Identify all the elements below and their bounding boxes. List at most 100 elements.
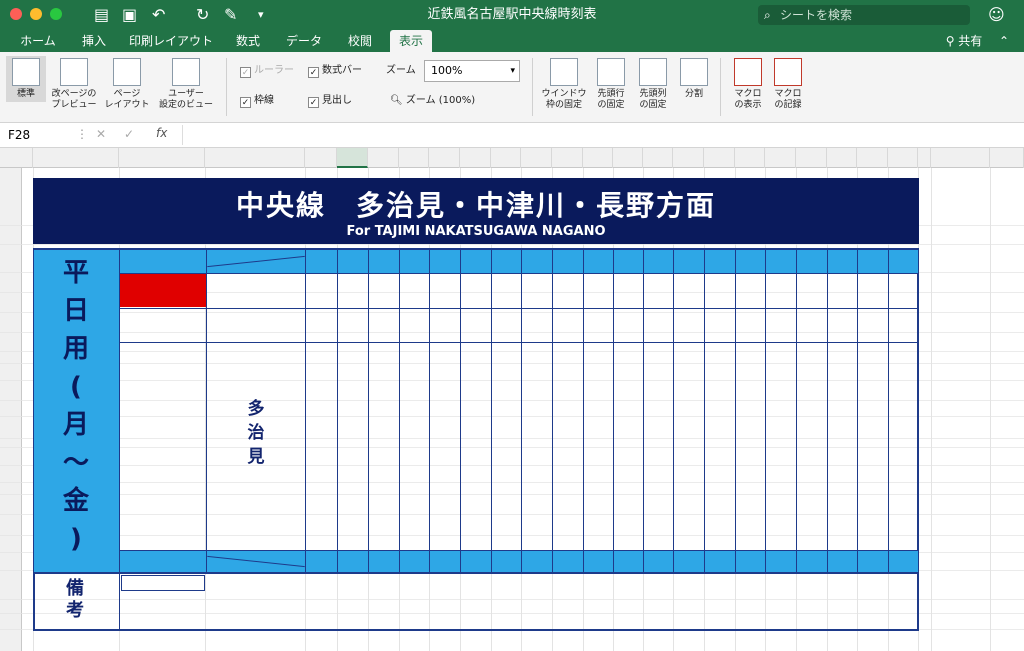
view-normal-label: 標準 xyxy=(16,89,35,99)
column-header-v[interactable] xyxy=(827,148,857,168)
ribbon-tabs: ホーム 挿入 印刷レイアウト 数式 データ 校閲 表示 ⚲ 共有 ⌃ xyxy=(0,30,1024,52)
ruler-label: ルーラー xyxy=(254,65,294,76)
zoom-100-button[interactable]: 🔍︎ ズーム (100%) xyxy=(390,94,475,108)
zoom-100-label: ズーム (100%) xyxy=(405,95,476,106)
freeze-panes-icon xyxy=(550,58,578,86)
column-header-u[interactable] xyxy=(796,148,827,168)
sort-row xyxy=(119,550,918,572)
view-normal-button[interactable]: 標準 xyxy=(6,56,46,102)
view-macros-button[interactable]: マクロ の表示 xyxy=(730,58,766,111)
gridline xyxy=(931,168,932,651)
account-icon[interactable]: ☺ xyxy=(988,5,1005,25)
share-button[interactable]: ⚲ 共有 xyxy=(936,30,992,52)
tab-formulas[interactable]: 数式 xyxy=(228,30,268,52)
freeze-top-row-button[interactable]: 先頭行 の固定 xyxy=(592,58,630,111)
grid-vline xyxy=(765,250,766,572)
macro-icon xyxy=(734,58,762,86)
formula-bar-label: 数式バー xyxy=(322,65,362,76)
column-header-n[interactable] xyxy=(583,148,613,168)
column-header-b[interactable] xyxy=(33,148,119,168)
timetable-header: 中央線 多治見・中津川・長野方面 For TAJIMI NAKATSUGAWA … xyxy=(33,178,919,244)
column-header-m[interactable] xyxy=(552,148,583,168)
remarks-title-char: 考 xyxy=(66,600,84,621)
enter-icon[interactable]: ✓ xyxy=(124,127,134,141)
view-page-layout-button[interactable]: ページ レイアウト xyxy=(104,58,150,111)
tajimi-char: 治 xyxy=(247,423,265,443)
column-header-h[interactable] xyxy=(399,148,429,168)
column-header-s[interactable] xyxy=(735,148,765,168)
column-header-q[interactable] xyxy=(673,148,704,168)
grid-vline xyxy=(337,250,338,572)
ltd-cell xyxy=(120,274,206,307)
freeze-top-row-label: 先頭行 の固定 xyxy=(597,89,625,110)
column-header-r[interactable] xyxy=(704,148,735,168)
tab-data[interactable]: データ xyxy=(280,30,328,52)
column-header-p[interactable] xyxy=(643,148,673,168)
formula-input[interactable] xyxy=(182,125,1018,145)
title-bar: ▤ ▣ ↶ ↻ ✎ ▾ 近鉄風名古屋駅中央線時刻表 ⌕ シートを検索 ☺ xyxy=(0,0,1024,30)
record-macro-button[interactable]: マクロ の記録 xyxy=(770,58,806,111)
search-icon: ⌕ xyxy=(764,8,771,22)
tab-page-layout[interactable]: 印刷レイアウト xyxy=(126,30,216,52)
grid-vline xyxy=(460,250,461,572)
timetable-title: 中央線 多治見・中津川・長野方面 xyxy=(235,189,716,222)
grid-vline xyxy=(827,250,828,572)
view-macros-label: マクロ の表示 xyxy=(734,89,762,110)
tab-home[interactable]: ホーム xyxy=(14,30,62,52)
tab-view[interactable]: 表示 xyxy=(390,30,432,52)
collapse-ribbon-icon[interactable]: ⌃ xyxy=(994,30,1014,52)
sheet-search-input[interactable]: ⌕ シートを検索 xyxy=(758,5,970,25)
grid-vline xyxy=(857,250,858,572)
ruler-checkbox[interactable]: ✓ ルーラー xyxy=(240,64,294,78)
tab-insert[interactable]: 挿入 xyxy=(74,30,114,52)
freeze-first-column-button[interactable]: 先頭列 の固定 xyxy=(634,58,672,111)
grid-vline xyxy=(399,250,400,572)
column-header-x[interactable] xyxy=(888,148,918,168)
column-header-e[interactable] xyxy=(305,148,337,168)
gridlines-checkbox[interactable]: ✓ 枠線 xyxy=(240,94,274,108)
grid-vline xyxy=(521,250,522,572)
pagebreak-view-icon xyxy=(60,58,88,86)
formula-bar-checkbox[interactable]: ✓ 数式バー xyxy=(308,64,362,78)
column-header-k[interactable] xyxy=(491,148,521,168)
column-header-y[interactable] xyxy=(918,148,931,168)
row-headers xyxy=(0,168,22,651)
custom-views-button[interactable]: ユーザー 設定のビュー xyxy=(156,58,216,111)
function-icon[interactable]: fx xyxy=(156,126,167,140)
column-header-i[interactable] xyxy=(429,148,460,168)
column-header-t[interactable] xyxy=(765,148,796,168)
column-header-f[interactable] xyxy=(337,148,368,168)
grid-vline xyxy=(491,250,492,572)
column-header-j[interactable] xyxy=(460,148,491,168)
grid-vline xyxy=(429,250,430,572)
view-pagebreak-button[interactable]: 改ページの プレビュー xyxy=(48,58,100,111)
column-header-c[interactable] xyxy=(119,148,205,168)
page-layout-icon xyxy=(113,58,141,86)
column-header-d[interactable] xyxy=(205,148,305,168)
formula-bar: F28 ⋮ ✕ ✓ fx xyxy=(0,123,1024,148)
chevron-down-icon: ▾ xyxy=(510,66,515,76)
remarks-title-char: 備 xyxy=(66,578,84,599)
column-header-l[interactable] xyxy=(521,148,552,168)
name-box-dropdown-icon[interactable]: ⋮ xyxy=(76,127,88,141)
cancel-icon[interactable]: ✕ xyxy=(96,127,106,141)
column-header-o[interactable] xyxy=(613,148,643,168)
column-header-g[interactable] xyxy=(368,148,399,168)
grid-vline xyxy=(552,250,553,572)
freeze-panes-label: ウインドウ 枠の固定 xyxy=(541,89,587,110)
day-char: 用 xyxy=(62,334,89,364)
grid-vline xyxy=(918,250,919,572)
zoom-select[interactable]: 100% ▾ xyxy=(424,60,520,82)
grid-hline xyxy=(119,550,918,551)
split-button[interactable]: 分割 xyxy=(676,58,712,100)
grid-vline xyxy=(888,250,889,572)
headings-checkbox[interactable]: ✓ 見出し xyxy=(308,94,352,108)
freeze-panes-button[interactable]: ウインドウ 枠の固定 xyxy=(538,58,590,111)
name-box[interactable]: F28 xyxy=(8,127,70,144)
column-header-a[interactable] xyxy=(22,148,33,168)
column-header-z[interactable] xyxy=(931,148,990,168)
column-header-w[interactable] xyxy=(857,148,888,168)
column-header-aa[interactable] xyxy=(990,148,1024,168)
grid-hline xyxy=(119,342,918,343)
tab-review[interactable]: 校閲 xyxy=(340,30,380,52)
